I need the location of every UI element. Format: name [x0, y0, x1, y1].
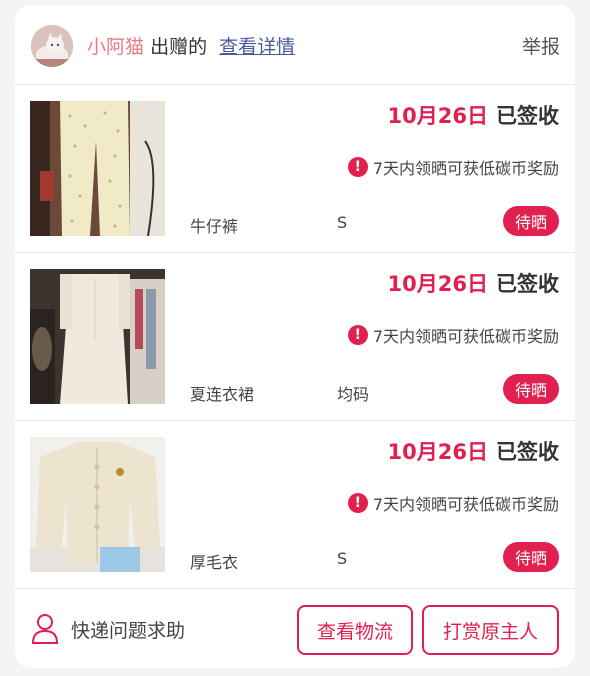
reward-text: 7天内领晒可获低碳币奖励 — [372, 495, 559, 514]
sign-date: 10月26日 — [387, 104, 488, 128]
item-image-dress[interactable] — [30, 269, 165, 404]
view-details-link[interactable]: 查看详情 — [219, 36, 295, 58]
list-item[interactable]: 10月26日 已签收 ! 7天内领晒可获低碳币奖励 夏连衣裙 均码 待晒 — [15, 253, 575, 421]
item-name: 厚毛衣 — [190, 553, 239, 572]
avatar[interactable] — [31, 25, 73, 67]
list-item[interactable]: 10月26日 已签收 ! 7天内领晒可获低碳币奖励 厚毛衣 S 待晒 — [15, 421, 575, 589]
exclamation-circle-icon: ! — [347, 157, 368, 177]
status-badge[interactable]: 待晒 — [502, 374, 559, 404]
gift-order-card: 小阿猫 出赠的 查看详情 举报 10月26日 已签收 ! 7天内领晒可获低碳币奖… — [15, 5, 575, 668]
giver-name[interactable]: 小阿猫 — [87, 36, 144, 58]
user-outline-icon — [31, 614, 59, 644]
sign-date-line: 10月26日 已签收 — [388, 436, 559, 466]
sign-date-line: 10月26日 已签收 — [388, 100, 559, 130]
item-image-jeans[interactable] — [30, 101, 165, 236]
item-size: 均码 — [337, 385, 370, 404]
reward-notice: ! 7天内领晒可获低碳币奖励 — [347, 155, 559, 179]
exclamation-circle-icon: ! — [347, 325, 368, 345]
status-badge[interactable]: 待晒 — [502, 542, 559, 572]
signed-status: 已签收 — [496, 272, 559, 296]
reward-text: 7天内领晒可获低碳币奖励 — [372, 159, 559, 178]
item-size: S — [337, 213, 348, 232]
giver-line: 小阿猫 出赠的 查看详情 — [87, 32, 295, 59]
sign-date: 10月26日 — [387, 272, 488, 296]
giver-suffix: 出赠的 — [150, 36, 208, 58]
report-button[interactable]: 举报 — [522, 32, 560, 59]
reward-notice: ! 7天内领晒可获低碳币奖励 — [347, 323, 559, 347]
reward-text: 7天内领晒可获低碳币奖励 — [372, 327, 559, 346]
item-name: 牛仔裤 — [190, 217, 239, 236]
reward-notice: ! 7天内领晒可获低碳币奖励 — [347, 491, 559, 515]
view-logistics-button[interactable]: 查看物流 — [297, 605, 413, 655]
signed-status: 已签收 — [496, 440, 559, 464]
sign-date: 10月26日 — [387, 440, 488, 464]
delivery-help-label: 快递问题求助 — [71, 619, 186, 642]
tip-original-owner-button[interactable]: 打赏原主人 — [422, 605, 559, 655]
list-item[interactable]: 10月26日 已签收 ! 7天内领晒可获低碳币奖励 牛仔裤 S 待晒 — [15, 85, 575, 253]
item-name: 夏连衣裙 — [190, 385, 255, 404]
item-image-sweater[interactable] — [30, 437, 165, 572]
card-footer: 快递问题求助 查看物流 打赏原主人 — [15, 589, 575, 668]
card-header: 小阿猫 出赠的 查看详情 举报 — [15, 5, 575, 85]
signed-status: 已签收 — [496, 104, 559, 128]
item-size: S — [337, 549, 348, 568]
status-badge[interactable]: 待晒 — [502, 206, 559, 236]
exclamation-circle-icon: ! — [347, 493, 368, 513]
sign-date-line: 10月26日 已签收 — [388, 268, 559, 298]
delivery-help-link[interactable]: 快递问题求助 — [31, 613, 185, 645]
